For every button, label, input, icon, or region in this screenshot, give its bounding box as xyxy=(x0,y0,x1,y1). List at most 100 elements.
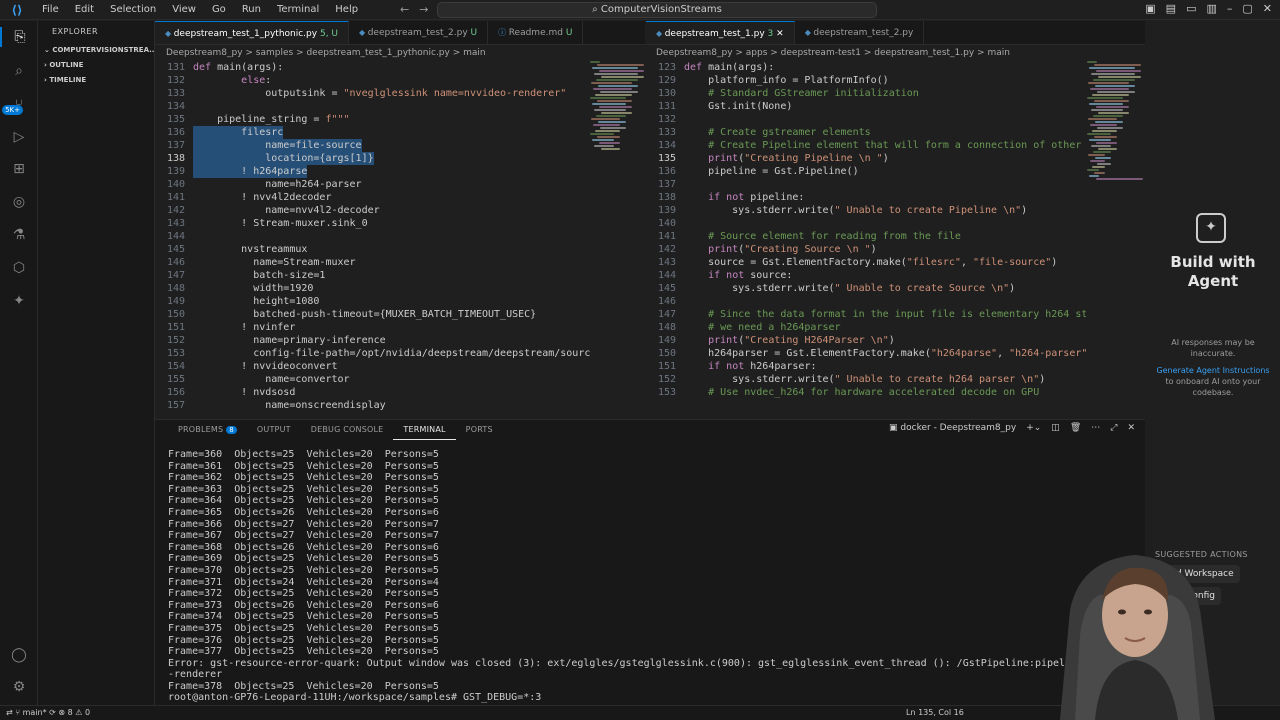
menu-help[interactable]: Help xyxy=(327,4,366,15)
code-line[interactable]: 133 outputsink = "nveglglessink name=nvv… xyxy=(155,87,590,100)
outline-section[interactable]: › OUTLINE xyxy=(38,58,154,73)
code-line[interactable]: 142 name=nvv4l2-decoder xyxy=(155,204,590,217)
code-line[interactable]: 143 source = Gst.ElementFactory.make("fi… xyxy=(646,256,1086,269)
code-line[interactable]: 153 # Use nvdec_h264 for hardware accele… xyxy=(646,386,1086,399)
code-line[interactable]: 132 else: xyxy=(155,74,590,87)
code-line[interactable]: 137 name=file-source xyxy=(155,139,590,152)
new-terminal-icon[interactable]: +⌄ xyxy=(1026,423,1041,433)
menu-view[interactable]: View xyxy=(164,4,204,15)
code-line[interactable]: 145 sys.stderr.write(" Unable to create … xyxy=(646,282,1086,295)
layout-icon[interactable]: ▣ xyxy=(1145,2,1155,15)
code-line[interactable]: 135 print("Creating Pipeline \n ") xyxy=(646,152,1086,165)
code-line[interactable]: 138 location={args[1]} xyxy=(155,152,590,165)
timeline-section[interactable]: › TIMELINE xyxy=(38,73,154,88)
left-minimap[interactable] xyxy=(590,61,644,411)
minimize-icon[interactable]: – xyxy=(1227,2,1233,15)
code-line[interactable]: 130 # Standard GStreamer initialization xyxy=(646,87,1086,100)
code-line[interactable]: 152 name=primary-inference xyxy=(155,334,590,347)
right-code-editor[interactable]: 123 def main(args): 129 platform_info = Pl… xyxy=(646,61,1086,411)
code-line[interactable]: 141 # Source element for reading from th… xyxy=(646,230,1086,243)
search-view-icon[interactable]: ⌕ xyxy=(9,61,29,81)
code-line[interactable]: 132 xyxy=(646,113,1086,126)
terminal-output[interactable]: Frame=360 Objects=25 Vehicles=20 Persons… xyxy=(168,449,1138,704)
code-line[interactable]: 137 xyxy=(646,178,1086,191)
maximize-icon[interactable]: ▢ xyxy=(1242,2,1252,15)
close-window-icon[interactable]: ✕ xyxy=(1263,2,1272,15)
generate-instructions-link[interactable]: Generate Agent Instructions xyxy=(1156,366,1269,375)
code-line[interactable]: 150 batched-push-timeout={MUXER_BATCH_TI… xyxy=(155,308,590,321)
workspace-section[interactable]: ⌄ COMPUTERVISIONSTREA... xyxy=(38,43,154,58)
code-line[interactable]: 129 platform_info = PlatformInfo() xyxy=(646,74,1086,87)
code-line[interactable]: 153 config-file-path=/opt/nvidia/deepstr… xyxy=(155,347,590,360)
menu-terminal[interactable]: Terminal xyxy=(269,4,327,15)
command-center-search[interactable]: ⌕ ComputerVisionStreams xyxy=(437,2,877,18)
account-icon[interactable]: ◯ xyxy=(9,645,29,665)
code-line[interactable]: 157 name=onscreendisplay xyxy=(155,399,590,411)
right-breadcrumb[interactable]: Deepstream8_py > apps > deepstream-test1… xyxy=(656,46,1010,60)
menu-run[interactable]: Run xyxy=(234,4,269,15)
toggle-secondary-icon[interactable]: ▥ xyxy=(1206,2,1216,15)
code-line[interactable]: 136 filesrc xyxy=(155,126,590,139)
code-line[interactable]: 156 ! nvdsosd xyxy=(155,386,590,399)
left-breadcrumb[interactable]: Deepstream8_py > samples > deepstream_te… xyxy=(166,46,486,60)
sync-icon[interactable]: ⟳ xyxy=(49,708,58,717)
code-line[interactable]: 123 def main(args): xyxy=(646,61,1086,74)
toggle-sidebar-icon[interactable]: ▤ xyxy=(1166,2,1176,15)
code-line[interactable]: 142 print("Creating Source \n ") xyxy=(646,243,1086,256)
code-line[interactable]: 133 # Create gstreamer elements xyxy=(646,126,1086,139)
cursor-position[interactable]: Ln 135, Col 16 xyxy=(906,706,964,720)
extensions-icon[interactable]: ⊞ xyxy=(9,159,29,179)
code-line[interactable]: 139 sys.stderr.write(" Unable to create … xyxy=(646,204,1086,217)
run-debug-icon[interactable]: ▷ xyxy=(9,127,29,147)
code-line[interactable]: 141 ! nvv4l2decoder xyxy=(155,191,590,204)
code-line[interactable]: 135 pipeline_string = f""" xyxy=(155,113,590,126)
tab-output[interactable]: OUTPUT xyxy=(247,420,301,440)
source-control-icon[interactable]: ⑂5K+ xyxy=(2,95,29,115)
branch-indicator[interactable]: ⑂ main* xyxy=(15,708,46,717)
tab-problems[interactable]: PROBLEMS 8 xyxy=(168,420,247,440)
code-line[interactable]: 147 batch-size=1 xyxy=(155,269,590,282)
code-line[interactable]: 139 ! h264parse xyxy=(155,165,590,178)
testing-icon[interactable]: ⚗ xyxy=(9,225,29,245)
code-line[interactable]: 151 ! nvinfer xyxy=(155,321,590,334)
problems-indicator[interactable]: ⊗ 8 ⚠ 0 xyxy=(58,708,90,717)
kill-terminal-icon[interactable]: 🗑 xyxy=(1070,423,1081,433)
close-tab-icon[interactable]: ✕ xyxy=(776,29,784,39)
tab-deepstream-test-1-pythonic[interactable]: deepstream_test_1_pythonic.py 5, U xyxy=(155,21,350,44)
tab-deepstream-test-1[interactable]: deepstream_test_1.py 3 ✕ xyxy=(646,21,795,44)
code-line[interactable]: 144 xyxy=(155,230,590,243)
containers-icon[interactable]: ⬡ xyxy=(9,258,29,278)
code-line[interactable]: 150 h264parser = Gst.ElementFactory.make… xyxy=(646,347,1086,360)
split-terminal-icon[interactable]: ◫ xyxy=(1051,423,1060,433)
tab-ports[interactable]: PORTS xyxy=(456,420,503,440)
code-line[interactable]: 131 def main(args): xyxy=(155,61,590,74)
close-panel-icon[interactable]: ✕ xyxy=(1127,423,1135,433)
right-minimap[interactable] xyxy=(1087,61,1143,411)
tab-terminal[interactable]: TERMINAL xyxy=(393,420,456,440)
code-line[interactable]: 134 xyxy=(155,100,590,113)
python-icon[interactable]: ✦ xyxy=(9,291,29,311)
explorer-icon[interactable]: ⎘ xyxy=(0,27,38,47)
code-line[interactable]: 138 if not pipeline: xyxy=(646,191,1086,204)
back-forward-icons[interactable]: ←→ xyxy=(400,3,438,16)
more-actions-icon[interactable]: ⋯ xyxy=(1091,423,1100,433)
code-line[interactable]: 155 name=convertor xyxy=(155,373,590,386)
left-code-editor[interactable]: 131 def main(args): 132 else: 133 outputsin… xyxy=(155,61,590,411)
code-line[interactable]: 131 Gst.init(None) xyxy=(646,100,1086,113)
tab-deepstream-test-2-right[interactable]: deepstream_test_2.py xyxy=(795,21,925,44)
code-line[interactable]: 148 width=1920 xyxy=(155,282,590,295)
code-line[interactable]: 144 if not source: xyxy=(646,269,1086,282)
menu-go[interactable]: Go xyxy=(204,4,234,15)
code-line[interactable]: 134 # Create Pipeline element that will … xyxy=(646,139,1086,152)
code-line[interactable]: 146 name=Stream-muxer xyxy=(155,256,590,269)
code-line[interactable]: 146 xyxy=(646,295,1086,308)
code-line[interactable]: 136 pipeline = Gst.Pipeline() xyxy=(646,165,1086,178)
terminal-selector[interactable]: ▣ docker - Deepstream8_py xyxy=(889,423,1016,433)
code-line[interactable]: 145 nvstreammux xyxy=(155,243,590,256)
code-line[interactable]: 140 name=h264-parser xyxy=(155,178,590,191)
code-line[interactable]: 154 ! nvvideoconvert xyxy=(155,360,590,373)
maximize-panel-icon[interactable]: ⤢ xyxy=(1110,423,1117,433)
remote-icon[interactable]: ⇄ xyxy=(6,708,15,717)
code-line[interactable]: 149 print("Creating H264Parser \n") xyxy=(646,334,1086,347)
code-line[interactable]: 152 sys.stderr.write(" Unable to create … xyxy=(646,373,1086,386)
